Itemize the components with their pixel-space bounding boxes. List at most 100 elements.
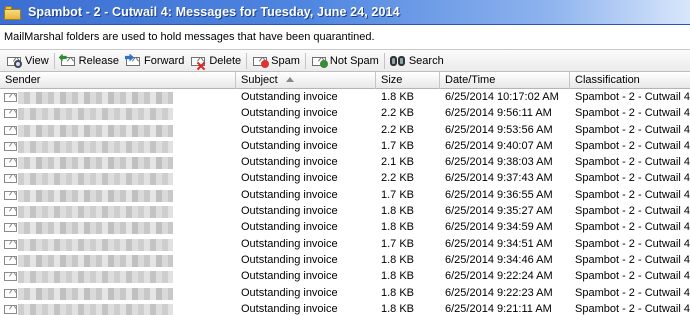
classification-cell: Spambot - 2 - Cutwail 4 xyxy=(575,270,690,283)
classification-cell: Spambot - 2 - Cutwail 4 xyxy=(575,172,690,185)
classification-cell: Spambot - 2 - Cutwail 4 xyxy=(575,221,690,234)
subject-cell: Outstanding invoice xyxy=(241,237,338,250)
message-row[interactable]: Outstanding invoice 1.8 KB 6/25/2014 9:22:… xyxy=(0,268,690,284)
view-button-label: View xyxy=(25,54,49,67)
sender-header-label: Sender xyxy=(5,74,41,86)
envelope-icon xyxy=(4,288,18,299)
datetime-cell: 6/25/2014 9:38:03 AM xyxy=(445,156,553,169)
datetime-cell: 6/25/2014 9:36:55 AM xyxy=(445,188,553,201)
folder-icon xyxy=(4,5,22,20)
sender-cell xyxy=(0,236,236,252)
message-row[interactable]: Outstanding invoice 1.7 KB 6/25/2014 9:34:… xyxy=(0,236,690,252)
subject-cell: Outstanding invoice xyxy=(241,188,338,201)
forward-button[interactable]: Forward xyxy=(122,51,187,71)
envelope-icon xyxy=(4,173,18,184)
redacted-sender xyxy=(18,140,173,153)
message-row[interactable]: Outstanding invoice 1.8 KB 6/25/2014 9:21:… xyxy=(0,301,690,315)
envelope-icon xyxy=(4,239,18,250)
sender-cell xyxy=(0,138,236,154)
datetime-cell: 6/25/2014 9:40:07 AM xyxy=(445,139,553,152)
classification-cell: Spambot - 2 - Cutwail 4 xyxy=(575,156,690,169)
classification-cell: Spambot - 2 - Cutwail 4 xyxy=(575,123,690,136)
classification-header-label: Classification xyxy=(575,74,640,86)
subject-cell: Outstanding invoice xyxy=(241,91,338,103)
size-cell: 1.8 KB xyxy=(381,270,415,283)
search-button-label: Search xyxy=(408,54,444,67)
redacted-sender xyxy=(18,271,173,284)
column-header-subject[interactable]: Subject xyxy=(236,72,376,89)
subject-cell: Outstanding invoice xyxy=(241,270,338,283)
envelope-icon xyxy=(4,206,18,217)
spam-icon xyxy=(252,54,270,68)
subject-cell: Outstanding invoice xyxy=(241,286,338,299)
datetime-cell: 6/25/2014 10:17:02 AM xyxy=(445,91,559,103)
message-row[interactable]: Outstanding invoice 1.8 KB 6/25/2014 9:35:… xyxy=(0,203,690,219)
size-cell: 2.1 KB xyxy=(381,156,415,169)
message-row[interactable]: Outstanding invoice 1.8 KB 6/25/2014 9:22:… xyxy=(0,285,690,301)
subject-cell: Outstanding invoice xyxy=(241,302,338,315)
envelope-icon xyxy=(4,190,18,201)
window-title: Spambot - 2 - Cutwail 4: Messages for Tu… xyxy=(28,5,400,19)
column-header-size[interactable]: Size xyxy=(376,72,440,89)
envelope-icon xyxy=(4,222,18,233)
sender-cell xyxy=(0,105,236,121)
folder-description: MailMarshal folders are used to hold mes… xyxy=(0,25,690,50)
subject-cell: Outstanding invoice xyxy=(241,107,338,120)
sender-cell xyxy=(0,122,236,138)
classification-cell: Spambot - 2 - Cutwail 4 xyxy=(575,188,690,201)
sender-cell xyxy=(0,89,236,105)
envelope-icon xyxy=(4,271,18,282)
redacted-sender xyxy=(18,206,173,219)
column-header-sender[interactable]: Sender xyxy=(0,72,236,89)
message-row[interactable]: Outstanding invoice 2.2 KB 6/25/2014 9:53:… xyxy=(0,122,690,138)
spam-button-label: Spam xyxy=(271,54,300,67)
sort-ascending-icon xyxy=(285,77,294,82)
toolbar-separator xyxy=(304,52,306,69)
message-row[interactable]: Outstanding invoice 1.8 KB 6/25/2014 9:34:… xyxy=(0,252,690,268)
subject-header-label: Subject xyxy=(241,74,278,86)
message-row[interactable]: Outstanding invoice 2.2 KB 6/25/2014 9:37:… xyxy=(0,170,690,186)
size-cell: 1.8 KB xyxy=(381,221,415,234)
column-header-classification[interactable]: Classification xyxy=(570,72,690,89)
size-cell: 2.2 KB xyxy=(381,172,415,185)
message-list-header: Sender Subject Size Date/Time Classifica… xyxy=(0,72,690,89)
datetime-cell: 6/25/2014 9:37:43 AM xyxy=(445,172,553,185)
size-header-label: Size xyxy=(381,74,403,86)
classification-cell: Spambot - 2 - Cutwail 4 xyxy=(575,91,690,103)
release-icon xyxy=(58,53,76,68)
message-row[interactable]: Outstanding invoice 1.7 KB 6/25/2014 9:36:… xyxy=(0,187,690,203)
datetime-cell: 6/25/2014 9:21:11 AM xyxy=(445,302,552,315)
not-spam-button-label: Not Spam xyxy=(329,54,379,67)
sender-cell xyxy=(0,285,236,301)
size-cell: 2.2 KB xyxy=(381,107,415,120)
delete-button[interactable]: Delete xyxy=(187,51,244,71)
datetime-cell: 6/25/2014 9:22:24 AM xyxy=(445,270,553,283)
toolbar-separator xyxy=(383,52,385,69)
binoculars-icon xyxy=(389,54,406,68)
message-row[interactable]: Outstanding invoice 2.1 KB 6/25/2014 9:38:… xyxy=(0,154,690,170)
message-row[interactable]: Outstanding invoice 1.8 KB 6/25/2014 10:17… xyxy=(0,89,690,105)
redacted-sender xyxy=(18,238,173,251)
message-row[interactable]: Outstanding invoice 1.7 KB 6/25/2014 9:40:… xyxy=(0,138,690,154)
sender-cell xyxy=(0,170,236,186)
column-header-datetime[interactable]: Date/Time xyxy=(440,72,570,89)
datetime-cell: 6/25/2014 9:35:27 AM xyxy=(445,205,553,218)
datetime-cell: 6/25/2014 9:34:46 AM xyxy=(445,253,553,266)
not-spam-button[interactable]: Not Spam xyxy=(308,51,382,71)
envelope-icon xyxy=(4,108,18,119)
envelope-icon xyxy=(4,141,18,152)
message-row[interactable]: Outstanding invoice 1.8 KB 6/25/2014 9:34:… xyxy=(0,219,690,235)
message-row[interactable]: Outstanding invoice 2.2 KB 6/25/2014 9:56:… xyxy=(0,105,690,121)
spam-button[interactable]: Spam xyxy=(249,51,303,71)
forward-icon xyxy=(125,53,141,68)
view-button[interactable]: View xyxy=(3,51,52,71)
release-button[interactable]: Release xyxy=(57,51,122,71)
sender-cell xyxy=(0,301,236,315)
datetime-cell: 6/25/2014 9:53:56 AM xyxy=(445,123,553,136)
size-cell: 2.2 KB xyxy=(381,123,415,136)
size-cell: 1.8 KB xyxy=(381,253,415,266)
search-button[interactable]: Search xyxy=(387,51,447,71)
window-titlebar: Spambot - 2 - Cutwail 4: Messages for Tu… xyxy=(0,0,690,25)
classification-cell: Spambot - 2 - Cutwail 4 xyxy=(575,107,690,120)
classification-cell: Spambot - 2 - Cutwail 4 xyxy=(575,139,690,152)
